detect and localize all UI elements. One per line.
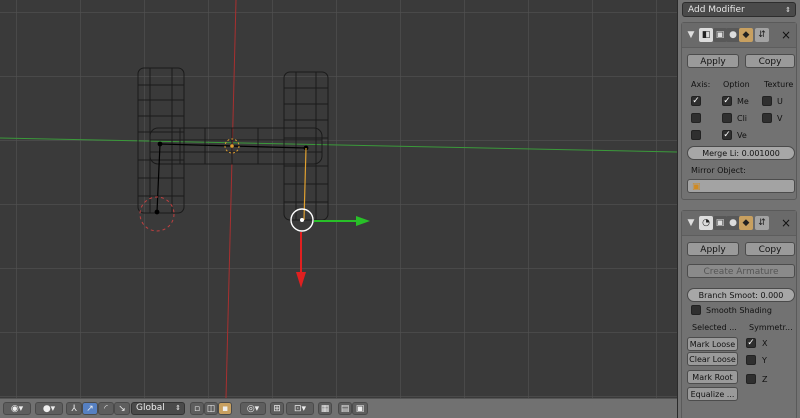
- selected-header: Selected ...: [692, 323, 737, 332]
- smooth-shading-label: Smooth Shading: [706, 306, 772, 315]
- clipping-checkbox[interactable]: [722, 113, 732, 123]
- texture-v-checkbox[interactable]: [762, 113, 772, 123]
- mirror-modifier-icon: ◧: [699, 28, 713, 42]
- translate-manipulator-icon[interactable]: ↗: [82, 402, 98, 415]
- add-modifier-label: Add Modifier: [688, 5, 745, 15]
- view-menu-icon[interactable]: ◉▾: [3, 402, 31, 415]
- select-arrows-icon: ⇕: [175, 404, 181, 412]
- texture-u-checkbox[interactable]: [762, 96, 772, 106]
- snap-toggle-icon[interactable]: ⊞: [270, 402, 284, 415]
- vertex-groups-checkbox[interactable]: ✓: [722, 130, 732, 140]
- edit-mode-icon[interactable]: ▣: [713, 28, 727, 42]
- equalize-radii-button[interactable]: Equalize ...: [687, 387, 738, 401]
- snap-element-icon[interactable]: ⊡▾: [286, 402, 314, 415]
- skin-copy-button[interactable]: Copy: [745, 242, 795, 256]
- axis-y-checkbox[interactable]: [691, 113, 701, 123]
- smooth-shading-checkbox[interactable]: [691, 305, 701, 315]
- orientation-select[interactable]: Global ⇕: [131, 402, 185, 415]
- edge-select-icon[interactable]: ◫: [204, 402, 218, 415]
- viewport-header: ◉▾ ●▾ ⅄ ↗ ◜ ↘ Global ⇕ ▫ ◫ ▪ ◎▾ ⊞ ⊡▾ ▦ ▤…: [0, 398, 677, 418]
- create-armature-button[interactable]: Create Armature: [687, 264, 795, 278]
- mark-root-button[interactable]: Mark Root: [687, 370, 738, 384]
- mirror-modifier-panel: ▼ ◧ ▣ ● ◆ ⇵ × Apply Copy Axis: Option Te…: [681, 22, 797, 200]
- pivot-icon[interactable]: ⅄: [66, 402, 82, 415]
- symmetry-header: Symmetr...: [749, 323, 793, 332]
- mirror-object-field[interactable]: ▣: [687, 179, 795, 193]
- rotate-manipulator-icon[interactable]: ◜: [98, 402, 114, 415]
- collapse-triangle-icon[interactable]: ▼: [684, 216, 698, 230]
- merge-label: Me: [737, 97, 749, 106]
- axis-x-checkbox[interactable]: ✓: [691, 96, 701, 106]
- render-preview-icon[interactable]: ▤: [338, 402, 352, 415]
- properties-panel: Add Modifier ⇕ ▼ ◧ ▣ ● ◆ ⇵ × Apply Copy …: [677, 0, 800, 418]
- symmetry-y-label: Y: [762, 356, 767, 365]
- texture-u-label: U: [777, 97, 783, 106]
- mirror-object-label: Mirror Object:: [691, 166, 746, 175]
- proportional-edit-icon[interactable]: ◎▾: [240, 402, 266, 415]
- texture-header: Texture: [764, 80, 794, 89]
- 3d-viewport[interactable]: [0, 0, 677, 398]
- skin-modifier-icon: ◔: [699, 216, 713, 230]
- collapse-triangle-icon[interactable]: ▼: [684, 28, 698, 42]
- merge-limit-field[interactable]: Merge Li: 0.001000: [687, 146, 795, 160]
- cage-icon[interactable]: ◆: [739, 216, 753, 230]
- edit-mode-icon[interactable]: ▣: [713, 216, 727, 230]
- mirror-apply-button[interactable]: Apply: [687, 54, 739, 68]
- clipping-label: Cli: [737, 114, 748, 123]
- symmetry-x-label: X: [762, 339, 768, 348]
- vertex-groups-label: Ve: [737, 131, 747, 140]
- skin-apply-button[interactable]: Apply: [687, 242, 739, 256]
- texture-v-label: V: [777, 114, 783, 123]
- orientation-label: Global: [136, 403, 165, 413]
- viewport-scene: [0, 0, 677, 398]
- axis-header: Axis:: [691, 80, 711, 89]
- clear-loose-button[interactable]: Clear Loose: [687, 352, 738, 366]
- symmetry-z-checkbox[interactable]: [746, 374, 756, 384]
- merge-checkbox[interactable]: ✓: [722, 96, 732, 106]
- object-cube-icon: ▣: [692, 182, 701, 192]
- scale-manipulator-icon[interactable]: ↘: [114, 402, 130, 415]
- mirror-modifier-header: ▼ ◧ ▣ ● ◆ ⇵ ×: [682, 23, 796, 48]
- skin-modifier-header: ▼ ◔ ▣ ● ◆ ⇵ ×: [682, 211, 796, 236]
- close-icon[interactable]: ×: [779, 216, 793, 230]
- y-axis-line: [0, 137, 677, 153]
- symmetry-y-checkbox[interactable]: [746, 355, 756, 365]
- dropdown-arrows-icon: ⇕: [785, 6, 791, 14]
- symmetry-z-label: Z: [762, 375, 768, 384]
- option-header: Option: [723, 80, 750, 89]
- camera-render-icon[interactable]: ▣: [352, 402, 368, 415]
- move-updown-icon[interactable]: ⇵: [755, 216, 769, 230]
- render-camera-icon[interactable]: ●: [726, 28, 740, 42]
- cage-icon[interactable]: ◆: [739, 28, 753, 42]
- face-select-icon[interactable]: ▪: [218, 402, 232, 415]
- mirror-copy-button[interactable]: Copy: [745, 54, 795, 68]
- mark-loose-button[interactable]: Mark Loose: [687, 337, 738, 351]
- axis-z-checkbox[interactable]: [691, 130, 701, 140]
- add-modifier-dropdown[interactable]: Add Modifier ⇕: [682, 2, 796, 17]
- shading-mode-icon[interactable]: ●▾: [35, 402, 63, 415]
- branch-smoothing-field[interactable]: Branch Smoot: 0.000: [687, 288, 795, 302]
- close-icon[interactable]: ×: [779, 28, 793, 42]
- x-axis-line: [225, 0, 237, 398]
- move-updown-icon[interactable]: ⇵: [755, 28, 769, 42]
- skin-modifier-panel: ▼ ◔ ▣ ● ◆ ⇵ × Apply Copy Create Armature…: [681, 210, 797, 418]
- symmetry-x-checkbox[interactable]: ✓: [746, 338, 756, 348]
- vertex-select-icon[interactable]: ▫: [190, 402, 204, 415]
- layer-icon[interactable]: ▦: [318, 402, 332, 415]
- render-camera-icon[interactable]: ●: [726, 216, 740, 230]
